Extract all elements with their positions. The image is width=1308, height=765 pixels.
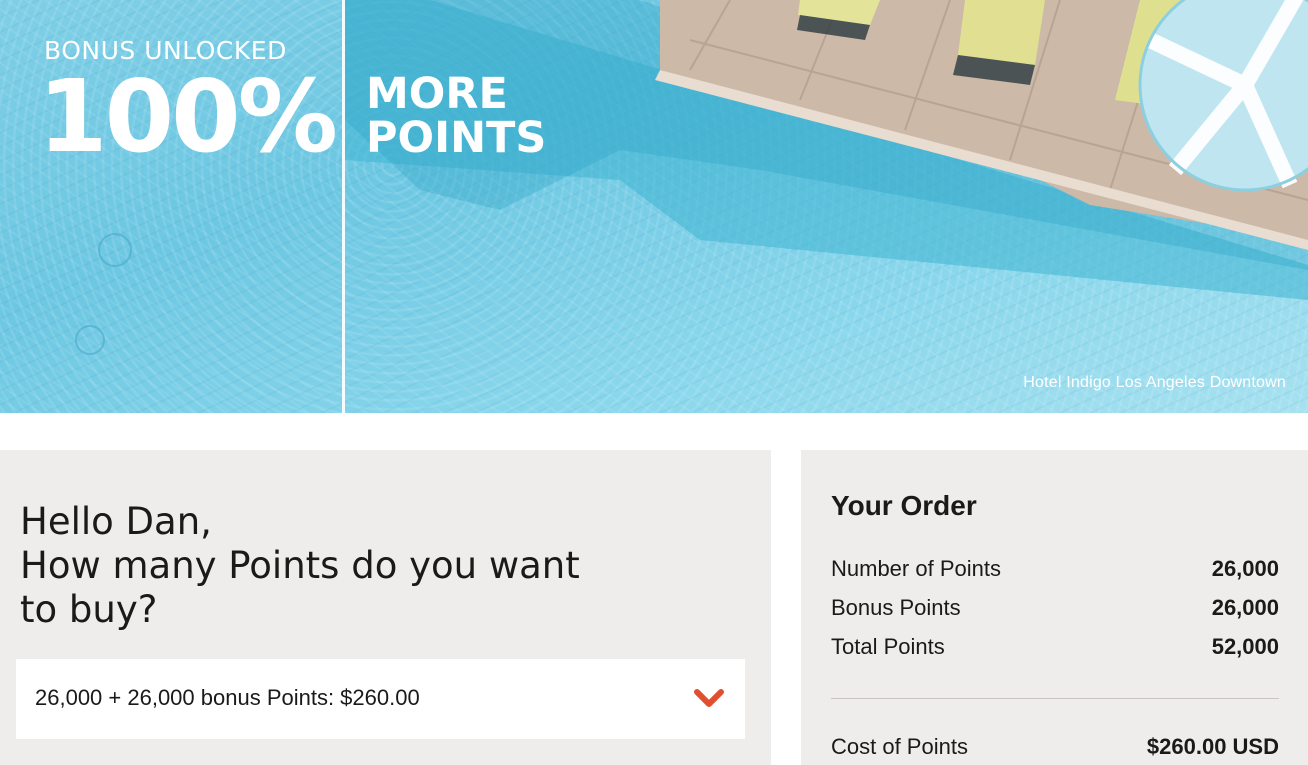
order-row-value: 26,000 (1211, 595, 1279, 620)
greeting-line2: How many Points do you want (20, 544, 580, 587)
photo-caption: Hotel Indigo Los Angeles Downtown (1023, 374, 1286, 391)
order-row-total-points: Total Points 52,000 (831, 634, 1279, 664)
order-row-cost: Cost of Points $260.00 USD (831, 734, 1279, 764)
order-divider (831, 698, 1279, 699)
hero-headline-line1: MORE (366, 69, 508, 119)
greeting-line3: to buy? (20, 588, 158, 631)
chevron-down-icon[interactable] (693, 687, 725, 709)
greeting-line1: Hello Dan, (20, 500, 212, 543)
order-cost-label: Cost of Points (831, 734, 968, 759)
order-row-label: Bonus Points (831, 595, 961, 620)
order-row-number-of-points: Number of Points 26,000 (831, 556, 1279, 586)
order-row-value: 52,000 (1211, 634, 1279, 659)
order-row-label: Total Points (831, 634, 945, 659)
hero-banner: BONUS UNLOCKED 100% MORE POINTS Hotel In… (0, 0, 1308, 413)
order-row-label: Number of Points (831, 556, 1001, 581)
hero-headline: MORE POINTS (366, 72, 666, 160)
order-row-bonus-points: Bonus Points 26,000 (831, 595, 1279, 625)
greeting-heading: Hello Dan, How many Points do you want t… (20, 500, 740, 632)
order-cost-value: $260.00 USD (1146, 734, 1279, 759)
hero-divider (342, 0, 345, 413)
hero-headline-line2: POINTS (366, 113, 547, 163)
points-amount-dropdown[interactable]: 26,000 + 26,000 bonus Points: $260.00 (16, 659, 745, 739)
points-purchase-panel: Hello Dan, How many Points do you want t… (0, 450, 771, 765)
bonus-percent: 100% (38, 58, 338, 175)
order-title: Your Order (831, 490, 977, 521)
order-row-value: 26,000 (1211, 556, 1279, 581)
points-amount-selected: 26,000 + 26,000 bonus Points: $260.00 (35, 685, 420, 710)
order-summary-panel: Your Order Number of Points 26,000 Bonus… (801, 450, 1308, 765)
